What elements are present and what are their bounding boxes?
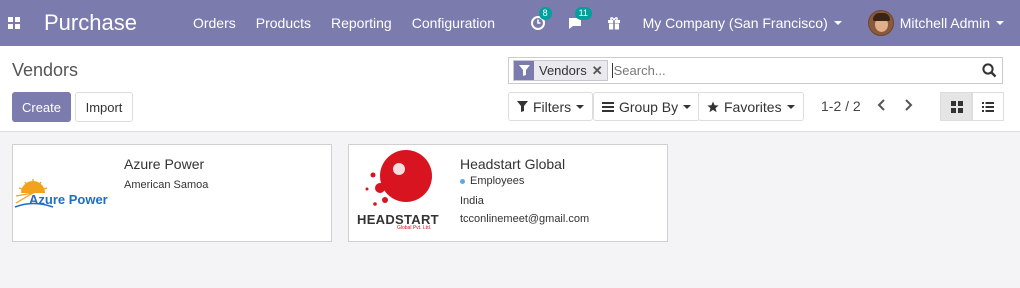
pager-value[interactable]: 1-2 / 2	[821, 98, 861, 114]
control-panel: Vendors Create Import Vendors ✕ Filters …	[0, 46, 1020, 132]
favorites-label: Favorites	[724, 98, 782, 115]
tag-label: Employees	[470, 175, 525, 187]
kanban-grid-icon	[950, 100, 963, 113]
avatar	[867, 10, 894, 36]
filters-button[interactable]: Filters	[508, 92, 594, 121]
pager-previous-icon[interactable]	[876, 98, 886, 116]
vendor-logo: HEADSTART Global Pvt. Ltd.	[349, 145, 449, 243]
filters-label: Filters	[533, 98, 572, 115]
vendor-name: Azure Power	[124, 156, 205, 172]
search-icon[interactable]	[982, 63, 997, 81]
systray: 8 11 My Company (San Francisco) Mitchell…	[530, 0, 1020, 46]
search-facet: Vendors ✕	[513, 60, 608, 81]
menu-orders[interactable]: Orders	[183, 0, 246, 46]
chevron-down-icon	[786, 104, 795, 109]
pager-next-icon[interactable]	[904, 98, 914, 116]
funnel-icon	[517, 101, 528, 112]
vendor-country: India	[460, 195, 484, 207]
app-title: Purchase	[44, 10, 137, 35]
import-button[interactable]: Import	[75, 92, 133, 122]
apps-menu-icon[interactable]	[2, 0, 26, 46]
close-icon[interactable]: ✕	[592, 63, 603, 79]
chevron-down-icon	[683, 104, 692, 109]
list-view-button[interactable]	[971, 92, 1004, 121]
company-switcher[interactable]: My Company (San Francisco)	[643, 15, 842, 31]
gift-icon	[607, 17, 620, 30]
create-button[interactable]: Create	[12, 92, 71, 122]
user-name: Mitchell Admin	[899, 15, 990, 31]
tag-color-dot	[460, 178, 465, 184]
search-box: Vendors ✕	[508, 57, 1003, 84]
activity-count-badge: 8	[538, 7, 552, 20]
vendor-country: American Samoa	[124, 179, 209, 191]
activity-menu[interactable]: 8	[530, 7, 552, 30]
vendor-name: Headstart Global	[460, 156, 566, 172]
breadcrumb: Vendors	[12, 60, 79, 80]
facet-label: Vendors	[539, 63, 587, 78]
favorites-button[interactable]: Favorites	[698, 92, 804, 121]
messages-count-badge: 11	[574, 7, 592, 20]
vendor-card-headstart-global[interactable]: HEADSTART Global Pvt. Ltd. Headstart Glo…	[348, 144, 668, 242]
main-menu: Orders Products Reporting Configuration	[183, 0, 505, 46]
chevron-down-icon	[833, 21, 842, 25]
groupby-label: Group By	[619, 98, 679, 115]
groupby-button[interactable]: Group By	[593, 92, 701, 121]
list-view-icon	[981, 101, 994, 112]
vendor-tag: Employees	[460, 175, 524, 187]
vendor-logo: Azure Power	[13, 145, 113, 243]
star-icon	[707, 101, 719, 112]
top-navbar: Purchase Orders Products Reporting Confi…	[0, 0, 1020, 46]
funnel-icon	[514, 61, 534, 80]
kanban-view-button[interactable]	[940, 92, 973, 121]
gift-menu[interactable]	[607, 16, 621, 30]
user-menu[interactable]: Mitchell Admin	[867, 10, 1004, 36]
headstart-logo-subtext: Global Pvt. Ltd.	[397, 225, 432, 231]
chevron-down-icon	[996, 21, 1004, 25]
menu-products[interactable]: Products	[246, 0, 321, 46]
messages-menu[interactable]: 11	[567, 7, 592, 30]
vendor-card-azure-power[interactable]: Azure Power Azure Power American Samoa	[12, 144, 332, 242]
chevron-down-icon	[576, 104, 585, 109]
list-icon	[602, 101, 614, 112]
menu-configuration[interactable]: Configuration	[402, 0, 505, 46]
azure-logo-text: Azure Power	[29, 192, 108, 207]
vendor-email: tcconlinemeet@gmail.com	[460, 213, 590, 225]
search-input[interactable]	[611, 63, 962, 78]
company-name: My Company (San Francisco)	[642, 15, 828, 31]
menu-reporting[interactable]: Reporting	[321, 0, 402, 46]
